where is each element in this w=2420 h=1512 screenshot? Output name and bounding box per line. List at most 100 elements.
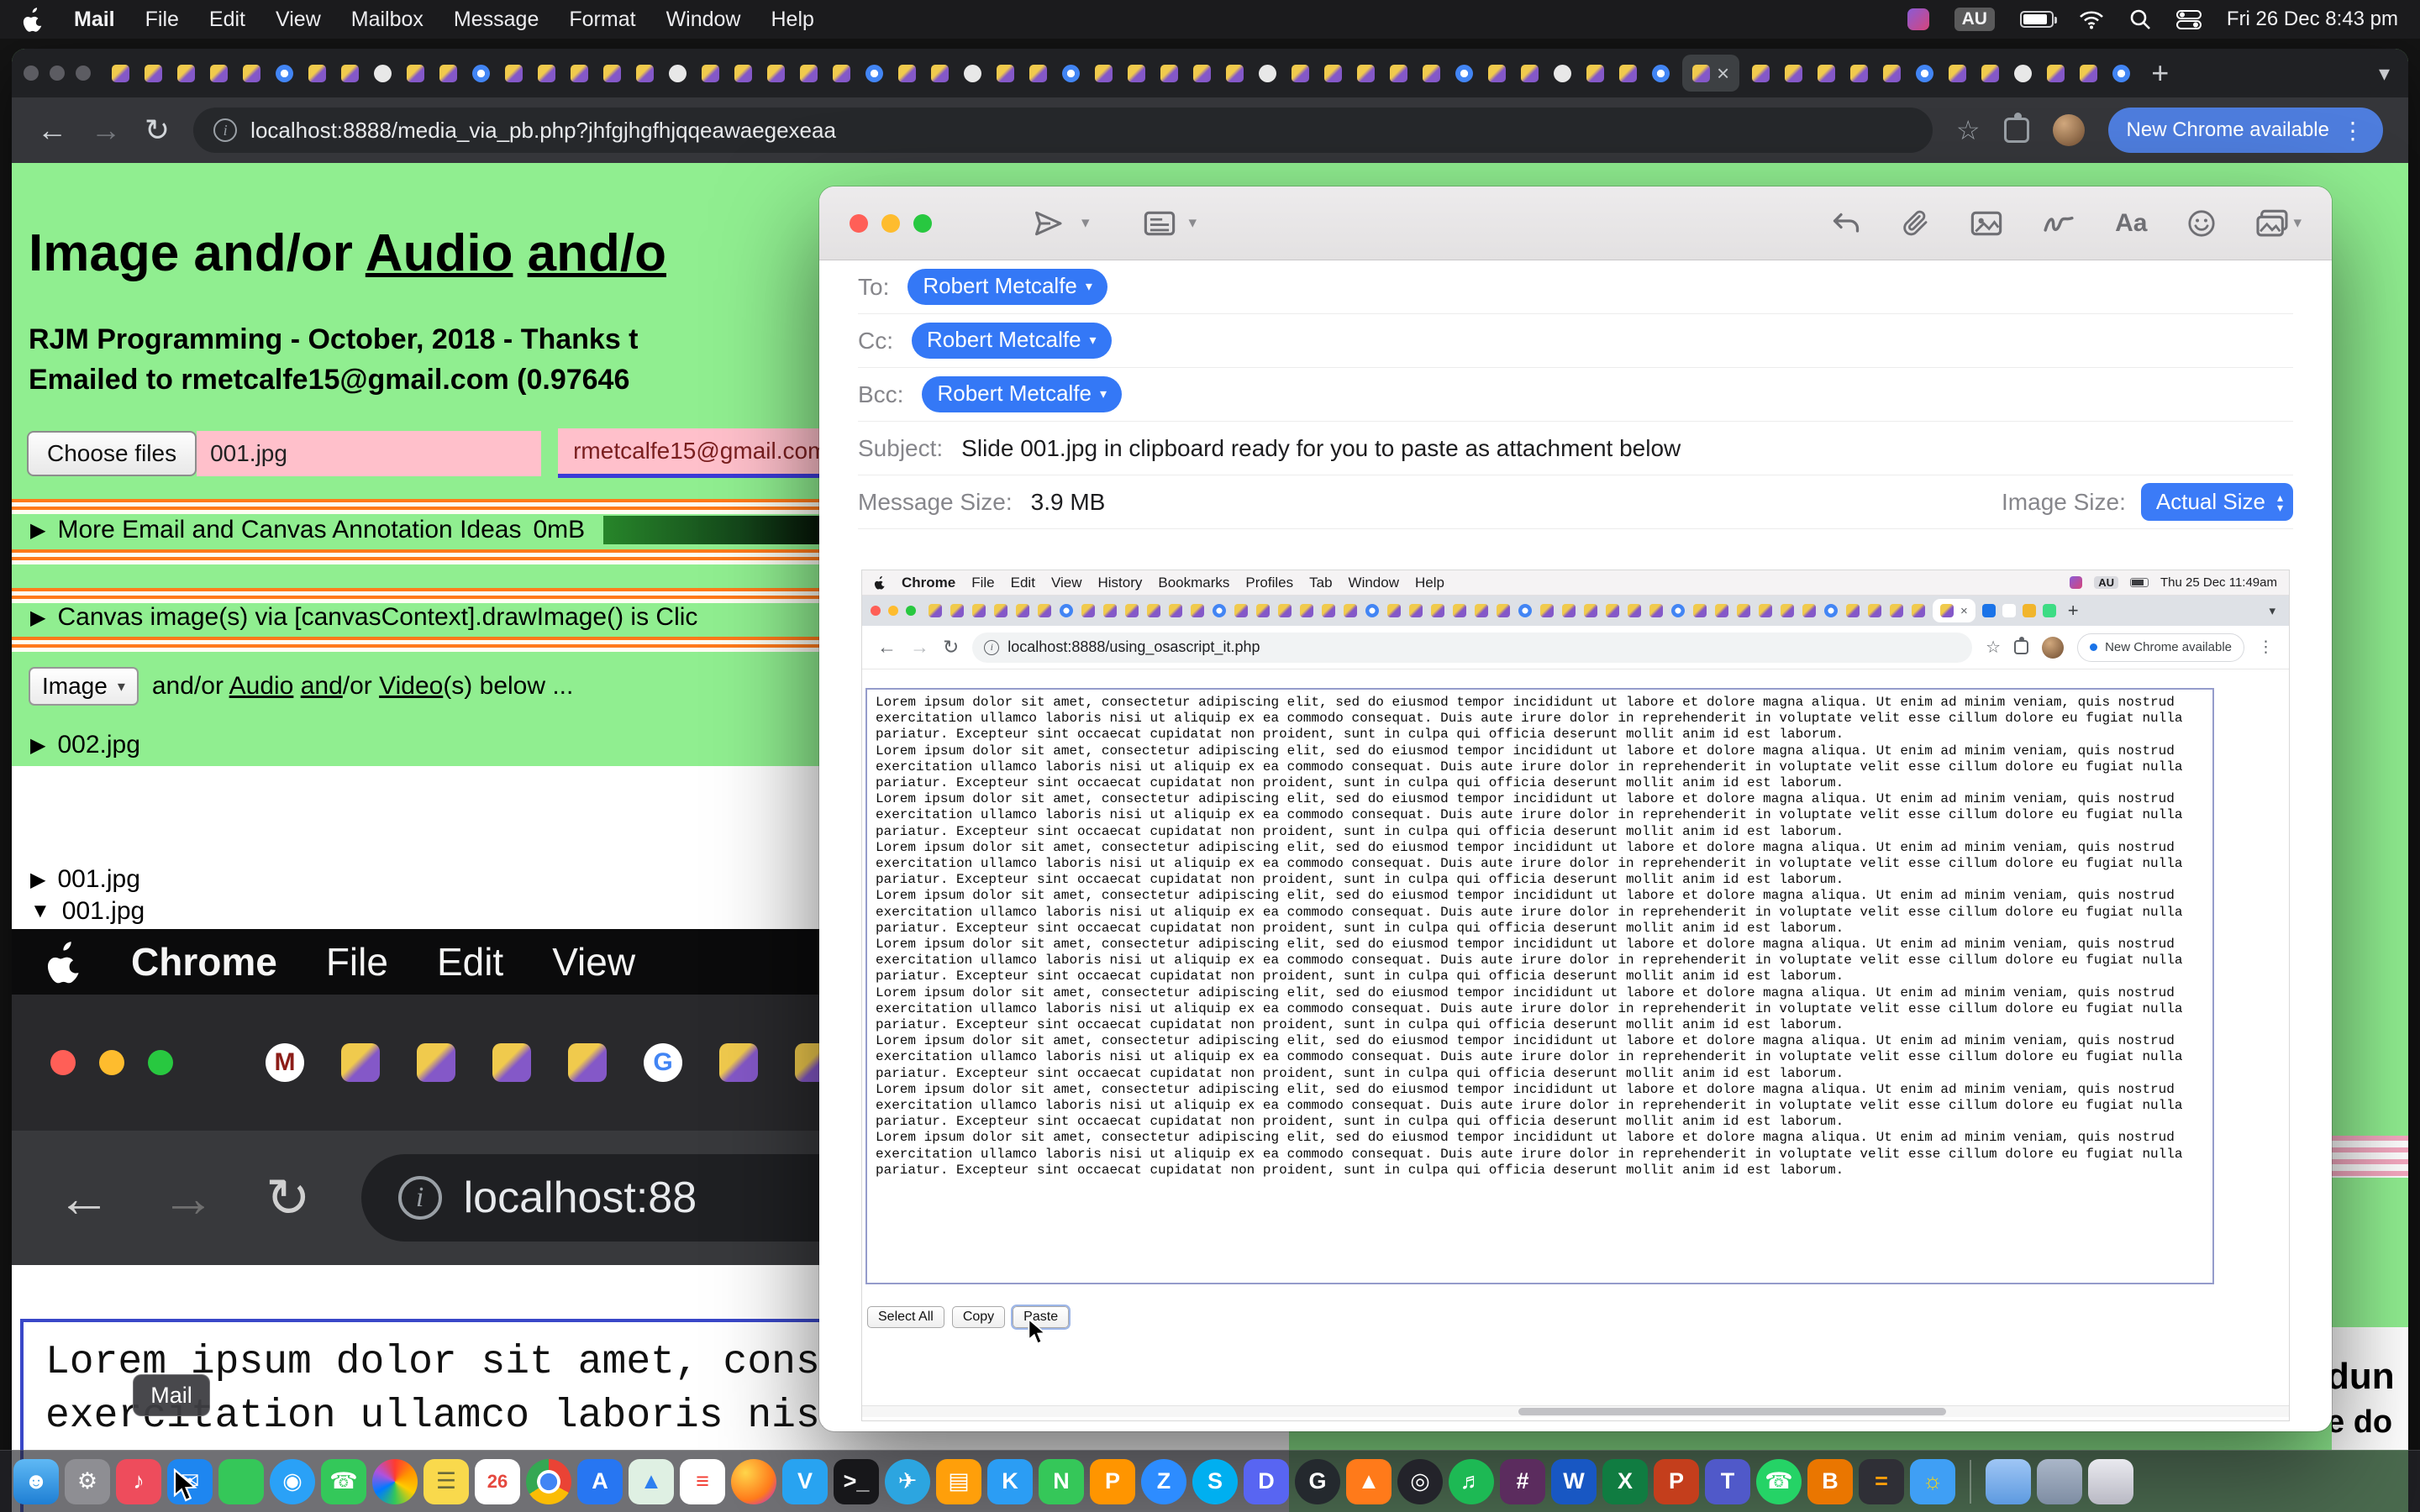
- cc-field[interactable]: Cc: Robert Metcalfe▾: [858, 314, 2293, 368]
- bookmark-star-icon[interactable]: ☆: [1956, 114, 1981, 146]
- browser-tab[interactable]: [145, 65, 162, 82]
- browser-tab[interactable]: [1606, 604, 1619, 617]
- browser-tab[interactable]: [1586, 65, 1604, 82]
- dock-notes-icon[interactable]: ☰: [424, 1459, 469, 1504]
- browser-tab[interactable]: [1038, 604, 1051, 617]
- browser-tab[interactable]: [276, 65, 293, 82]
- dock-zoom-icon[interactable]: Z: [1141, 1459, 1186, 1504]
- dock-vscode-icon[interactable]: V: [782, 1459, 828, 1504]
- dock-calculator-icon[interactable]: =: [1859, 1459, 1904, 1504]
- browser-tab[interactable]: [1883, 65, 1901, 82]
- active-app-name[interactable]: Mail: [74, 8, 115, 32]
- browser-tab[interactable]: [1029, 65, 1047, 82]
- details-summary-annotation-ideas[interactable]: ▶ More Email and Canvas Annotation Ideas…: [30, 516, 855, 544]
- browser-tab[interactable]: [1715, 604, 1728, 617]
- browser-tab[interactable]: [1324, 65, 1342, 82]
- browser-tab[interactable]: [669, 65, 687, 82]
- new-tab-button[interactable]: +: [2151, 55, 2169, 91]
- minimize-window-icon[interactable]: [50, 66, 65, 81]
- input-source-indicator[interactable]: AU: [1954, 8, 1995, 31]
- dock-telegram-icon[interactable]: ✈: [885, 1459, 930, 1504]
- media-type-select[interactable]: Image ▾: [29, 667, 139, 706]
- browser-tab[interactable]: [1300, 604, 1313, 617]
- browser-tab[interactable]: [1518, 604, 1532, 617]
- dock-terminal-icon[interactable]: >_: [834, 1459, 879, 1504]
- chrome-update-button[interactable]: New Chrome available ⋮: [2108, 108, 2383, 153]
- dock-finder-icon[interactable]: ☻: [13, 1459, 59, 1504]
- browser-tab[interactable]: [950, 604, 964, 617]
- close-window-icon[interactable]: [850, 214, 868, 233]
- tab-search-chevron-icon[interactable]: ▾: [2379, 60, 2390, 87]
- browser-tab[interactable]: [1226, 65, 1244, 82]
- browser-tab[interactable]: [1256, 604, 1270, 617]
- browser-tab[interactable]: [407, 65, 424, 82]
- browser-tab[interactable]: [1128, 65, 1145, 82]
- send-button[interactable]: [1031, 208, 1065, 239]
- browser-tab[interactable]: [1562, 604, 1576, 617]
- attach-file-button[interactable]: [1902, 208, 1930, 239]
- dock-safari-icon[interactable]: ◉: [270, 1459, 315, 1504]
- dock-numbers-icon[interactable]: N: [1039, 1459, 1084, 1504]
- browser-tab[interactable]: [1081, 604, 1095, 617]
- to-recipient-token[interactable]: Robert Metcalfe▾: [908, 269, 1107, 305]
- browser-tab[interactable]: [1584, 604, 1597, 617]
- browser-tab[interactable]: [1868, 604, 1881, 617]
- browser-menu-kebab-icon[interactable]: ⋮: [2341, 117, 2365, 144]
- details-002jpg[interactable]: ▶ 002.jpg: [30, 731, 140, 759]
- browser-tab[interactable]: [1344, 604, 1357, 617]
- browser-tab[interactable]: [1671, 604, 1685, 617]
- browser-tab[interactable]: [1693, 604, 1707, 617]
- zoom-window-icon[interactable]: [913, 214, 932, 233]
- browser-tab[interactable]: [1824, 604, 1838, 617]
- browser-tab[interactable]: [636, 65, 654, 82]
- audio-link[interactable]: Audio: [366, 224, 513, 282]
- menu-item-mailbox[interactable]: Mailbox: [351, 8, 424, 32]
- browser-tab[interactable]: [177, 65, 195, 82]
- browser-tab[interactable]: [1322, 604, 1335, 617]
- browser-tab[interactable]: [2047, 65, 2065, 82]
- browser-tab[interactable]: [1628, 604, 1641, 617]
- disclosure-triangle-icon[interactable]: ▶: [30, 733, 45, 758]
- browser-tab[interactable]: [1818, 65, 1835, 82]
- battery-icon[interactable]: [2020, 11, 2054, 28]
- forward-button[interactable]: →: [91, 113, 121, 148]
- dock-github-icon[interactable]: G: [1295, 1459, 1340, 1504]
- browser-tab[interactable]: [1169, 604, 1182, 617]
- browser-tab[interactable]: [1521, 65, 1539, 82]
- dock-maps-icon[interactable]: ▲: [629, 1459, 674, 1504]
- browser-tab[interactable]: [1365, 604, 1379, 617]
- browser-tab[interactable]: [1016, 604, 1029, 617]
- dock-facetime-icon[interactable]: ☎: [321, 1459, 366, 1504]
- browser-tab[interactable]: [1191, 604, 1204, 617]
- browser-tab[interactable]: [1125, 604, 1139, 617]
- browser-tab[interactable]: [1802, 604, 1816, 617]
- browser-tab[interactable]: [112, 65, 129, 82]
- details-001jpg-collapsed[interactable]: ▶ 001.jpg: [30, 865, 140, 894]
- browser-tab[interactable]: [1752, 65, 1770, 82]
- attachment-screenshot[interactable]: Chrome File Edit View History Bookmarks …: [861, 570, 2290, 1421]
- extensions-icon[interactable]: [2004, 118, 2029, 143]
- browser-tab[interactable]: [1213, 604, 1226, 617]
- dock-appstore-icon[interactable]: A: [577, 1459, 623, 1504]
- browser-tab[interactable]: [1409, 604, 1423, 617]
- browser-tab[interactable]: [931, 65, 949, 82]
- browser-tab[interactable]: [972, 604, 986, 617]
- dock-settings-icon[interactable]: ⚙: [65, 1459, 110, 1504]
- browser-tab[interactable]: [1095, 65, 1113, 82]
- wifi-icon[interactable]: [2079, 9, 2104, 29]
- dock-books-icon[interactable]: ▤: [936, 1459, 981, 1504]
- menubar-extra-app-icon[interactable]: [1907, 8, 1929, 30]
- browser-tab[interactable]: [1060, 604, 1073, 617]
- menu-item-view[interactable]: View: [276, 8, 321, 32]
- browser-tab[interactable]: [1160, 65, 1178, 82]
- details-001jpg-expanded[interactable]: ▼ 001.jpg: [30, 897, 145, 926]
- reload-button[interactable]: ↻: [145, 113, 170, 148]
- dock-skype-icon[interactable]: S: [1192, 1459, 1238, 1504]
- browser-tab[interactable]: [538, 65, 555, 82]
- control-center-icon[interactable]: [2176, 9, 2202, 29]
- browser-tab[interactable]: [374, 65, 392, 82]
- menu-item-window[interactable]: Window: [666, 8, 741, 32]
- close-window-icon[interactable]: [24, 66, 39, 81]
- dock-discord-icon[interactable]: D: [1244, 1459, 1289, 1504]
- dock-blender-icon[interactable]: B: [1807, 1459, 1853, 1504]
